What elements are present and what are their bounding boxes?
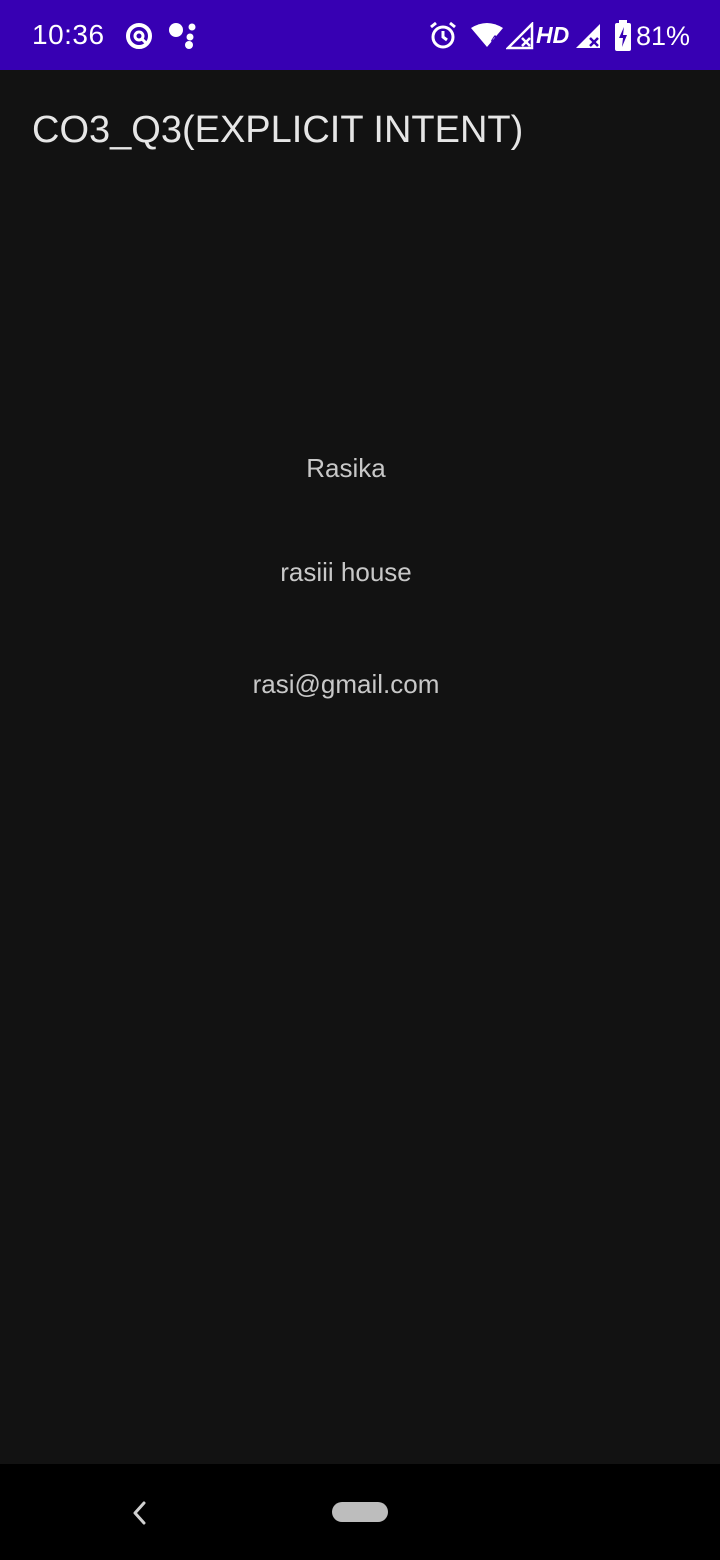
battery-charging-icon	[615, 20, 631, 51]
page-title: CO3_Q3(EXPLICIT INTENT)	[32, 109, 524, 151]
signal-icon-2	[576, 24, 600, 48]
name-text: Rasika	[306, 453, 386, 483]
network-type-label: HD	[536, 22, 570, 48]
alarm-icon	[430, 21, 456, 49]
status-bar: 10:36 4 HD 81%	[0, 0, 720, 70]
address-text: rasiii house	[280, 557, 412, 587]
status-time: 10:36	[32, 19, 105, 50]
assistant-dots-icon	[169, 23, 196, 49]
back-icon[interactable]	[126, 1496, 152, 1530]
battery-percent: 81%	[636, 21, 691, 51]
wifi-icon: 4	[471, 23, 503, 47]
app-bar: CO3_Q3(EXPLICIT INTENT)	[0, 70, 720, 192]
data-saver-icon	[126, 23, 152, 49]
signal-icon	[506, 22, 534, 50]
home-pill-icon[interactable]	[332, 1502, 388, 1522]
svg-text:4: 4	[491, 34, 498, 46]
navigation-bar	[0, 1464, 720, 1560]
email-text: rasi@gmail.com	[252, 669, 440, 699]
